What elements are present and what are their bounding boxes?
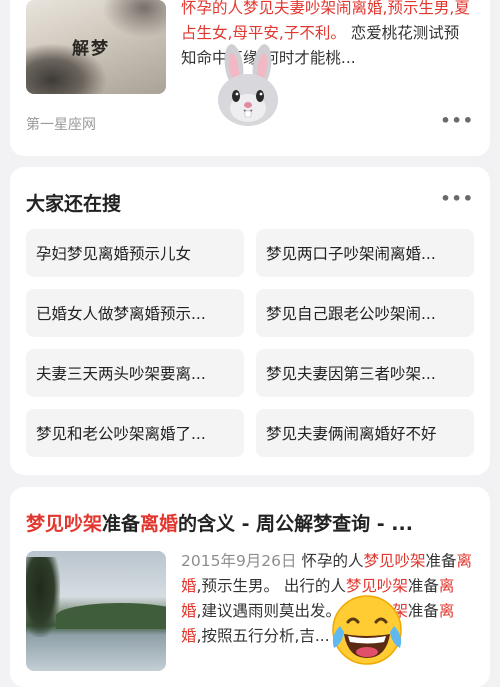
related-search-chip[interactable]: 梦见两口子吵架闹离婚... bbox=[256, 229, 474, 277]
related-search-chip[interactable]: 梦见夫妻俩闹离婚好不好 bbox=[256, 409, 474, 457]
tears-of-joy-icon bbox=[332, 595, 402, 665]
related-search-chip[interactable]: 夫妻三天两头吵架要离... bbox=[26, 349, 244, 397]
related-search-chip[interactable]: 已婚女人做梦离婚预示... bbox=[26, 289, 244, 337]
result-date: 2015年9月26日 bbox=[181, 552, 297, 570]
related-searches-grid: 孕妇梦见离婚预示儿女 梦见两口子吵架闹离婚... 已婚女人做梦离婚预示... 梦… bbox=[26, 229, 474, 457]
ink-wash-decoration bbox=[102, 0, 166, 38]
result-thumbnail[interactable] bbox=[26, 551, 166, 671]
related-search-chip[interactable]: 梦见自己跟老公吵架闹... bbox=[256, 289, 474, 337]
result-card-2: 梦见吵架准备离婚的含义 - 周公解梦查询 - ... 2015年9月26日 怀孕… bbox=[10, 487, 490, 687]
result-thumbnail[interactable]: 解梦 bbox=[26, 0, 166, 94]
thumbnail-caption: 解梦 bbox=[72, 39, 110, 59]
result-title-link[interactable]: 梦见吵架准备离婚的含义 - 周公解梦查询 - ... bbox=[26, 509, 476, 536]
result-source: 第一星座网 bbox=[26, 117, 96, 133]
related-searches-title: 大家还在搜 bbox=[26, 193, 122, 215]
tree-shape bbox=[26, 557, 60, 637]
related-searches-card: 大家还在搜 ••• 孕妇梦见离婚预示儿女 梦见两口子吵架闹离婚... 已婚女人做… bbox=[10, 167, 490, 475]
hill-shape bbox=[56, 603, 166, 629]
related-search-chip[interactable]: 梦见和老公吵架离婚了... bbox=[26, 409, 244, 457]
related-search-chip[interactable]: 孕妇梦见离婚预示儿女 bbox=[26, 229, 244, 277]
more-options-button[interactable]: ••• bbox=[440, 111, 474, 130]
more-options-button[interactable]: ••• bbox=[440, 189, 474, 208]
related-search-chip[interactable]: 梦见夫妻因第三者吵架... bbox=[256, 349, 474, 397]
bunny-face-icon bbox=[218, 44, 278, 126]
